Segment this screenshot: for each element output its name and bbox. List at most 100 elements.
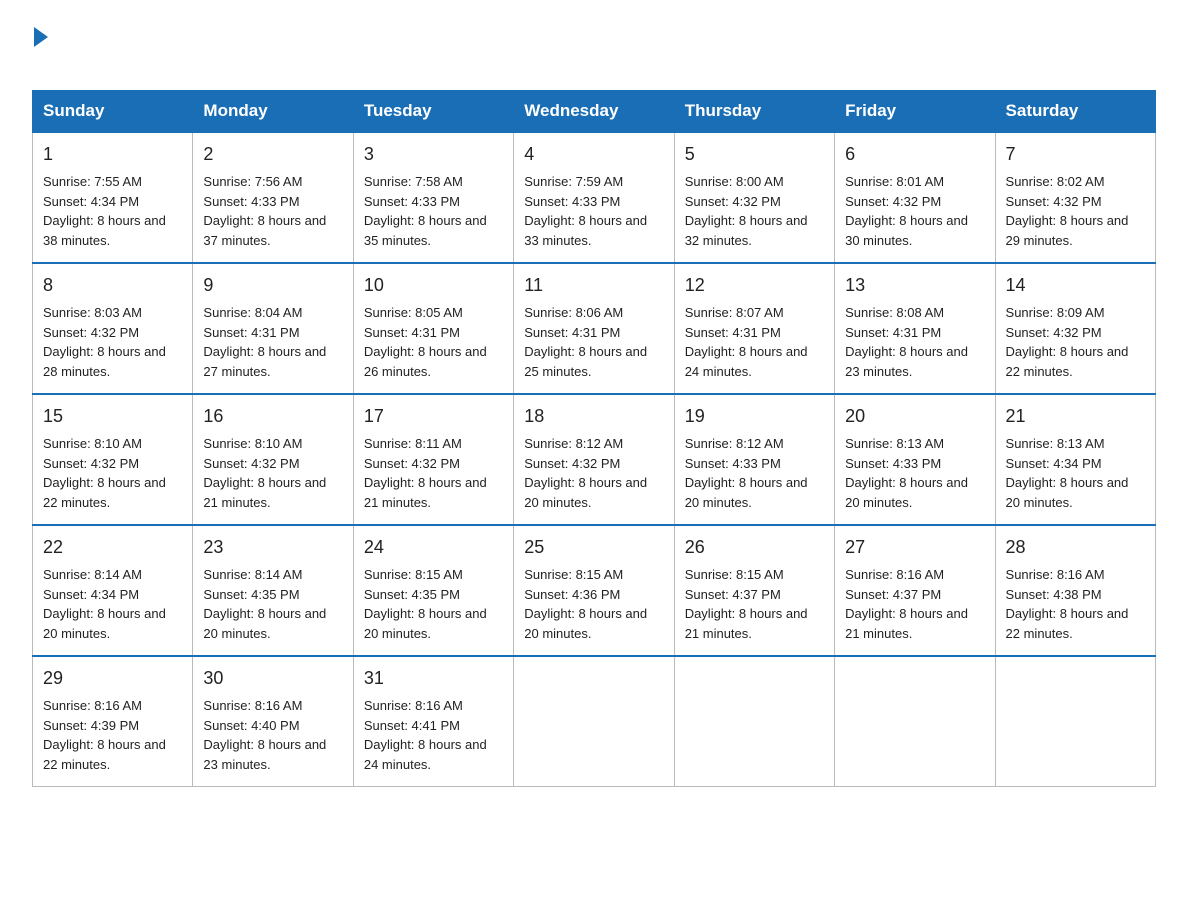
header-day-thursday: Thursday — [674, 91, 834, 133]
calendar-week-row: 22 Sunrise: 8:14 AMSunset: 4:34 PMDaylig… — [33, 525, 1156, 656]
day-number: 14 — [1006, 272, 1145, 299]
calendar-cell: 3 Sunrise: 7:58 AMSunset: 4:33 PMDayligh… — [353, 132, 513, 263]
day-info: Sunrise: 8:16 AMSunset: 4:39 PMDaylight:… — [43, 698, 166, 772]
calendar-cell: 7 Sunrise: 8:02 AMSunset: 4:32 PMDayligh… — [995, 132, 1155, 263]
calendar-header-row: SundayMondayTuesdayWednesdayThursdayFrid… — [33, 91, 1156, 133]
header-day-friday: Friday — [835, 91, 995, 133]
calendar-cell: 4 Sunrise: 7:59 AMSunset: 4:33 PMDayligh… — [514, 132, 674, 263]
day-number: 7 — [1006, 141, 1145, 168]
day-info: Sunrise: 8:12 AMSunset: 4:32 PMDaylight:… — [524, 436, 647, 510]
header-day-saturday: Saturday — [995, 91, 1155, 133]
day-number: 26 — [685, 534, 824, 561]
calendar-week-row: 8 Sunrise: 8:03 AMSunset: 4:32 PMDayligh… — [33, 263, 1156, 394]
day-info: Sunrise: 8:15 AMSunset: 4:35 PMDaylight:… — [364, 567, 487, 641]
day-number: 21 — [1006, 403, 1145, 430]
calendar-cell: 14 Sunrise: 8:09 AMSunset: 4:32 PMDaylig… — [995, 263, 1155, 394]
day-number: 19 — [685, 403, 824, 430]
calendar-cell — [674, 656, 834, 787]
header-day-monday: Monday — [193, 91, 353, 133]
calendar-cell — [835, 656, 995, 787]
calendar-week-row: 15 Sunrise: 8:10 AMSunset: 4:32 PMDaylig… — [33, 394, 1156, 525]
day-info: Sunrise: 8:02 AMSunset: 4:32 PMDaylight:… — [1006, 174, 1129, 248]
day-number: 8 — [43, 272, 182, 299]
calendar-cell: 2 Sunrise: 7:56 AMSunset: 4:33 PMDayligh… — [193, 132, 353, 263]
calendar-cell: 8 Sunrise: 8:03 AMSunset: 4:32 PMDayligh… — [33, 263, 193, 394]
calendar-cell: 29 Sunrise: 8:16 AMSunset: 4:39 PMDaylig… — [33, 656, 193, 787]
day-info: Sunrise: 8:08 AMSunset: 4:31 PMDaylight:… — [845, 305, 968, 379]
day-info: Sunrise: 8:05 AMSunset: 4:31 PMDaylight:… — [364, 305, 487, 379]
calendar-cell: 1 Sunrise: 7:55 AMSunset: 4:34 PMDayligh… — [33, 132, 193, 263]
calendar-cell: 30 Sunrise: 8:16 AMSunset: 4:40 PMDaylig… — [193, 656, 353, 787]
day-number: 4 — [524, 141, 663, 168]
day-info: Sunrise: 8:10 AMSunset: 4:32 PMDaylight:… — [203, 436, 326, 510]
day-info: Sunrise: 8:12 AMSunset: 4:33 PMDaylight:… — [685, 436, 808, 510]
calendar-cell: 20 Sunrise: 8:13 AMSunset: 4:33 PMDaylig… — [835, 394, 995, 525]
calendar-cell: 6 Sunrise: 8:01 AMSunset: 4:32 PMDayligh… — [835, 132, 995, 263]
header-day-wednesday: Wednesday — [514, 91, 674, 133]
day-info: Sunrise: 7:59 AMSunset: 4:33 PMDaylight:… — [524, 174, 647, 248]
day-number: 5 — [685, 141, 824, 168]
day-info: Sunrise: 8:11 AMSunset: 4:32 PMDaylight:… — [364, 436, 487, 510]
day-number: 29 — [43, 665, 182, 692]
calendar-cell — [995, 656, 1155, 787]
day-number: 18 — [524, 403, 663, 430]
day-info: Sunrise: 8:16 AMSunset: 4:40 PMDaylight:… — [203, 698, 326, 772]
day-number: 27 — [845, 534, 984, 561]
header-day-tuesday: Tuesday — [353, 91, 513, 133]
calendar-week-row: 29 Sunrise: 8:16 AMSunset: 4:39 PMDaylig… — [33, 656, 1156, 787]
calendar-cell: 31 Sunrise: 8:16 AMSunset: 4:41 PMDaylig… — [353, 656, 513, 787]
day-number: 16 — [203, 403, 342, 430]
day-number: 20 — [845, 403, 984, 430]
day-number: 30 — [203, 665, 342, 692]
calendar-cell — [514, 656, 674, 787]
calendar-cell: 19 Sunrise: 8:12 AMSunset: 4:33 PMDaylig… — [674, 394, 834, 525]
header-day-sunday: Sunday — [33, 91, 193, 133]
calendar-cell: 17 Sunrise: 8:11 AMSunset: 4:32 PMDaylig… — [353, 394, 513, 525]
day-number: 13 — [845, 272, 984, 299]
day-info: Sunrise: 8:16 AMSunset: 4:41 PMDaylight:… — [364, 698, 487, 772]
calendar-cell: 27 Sunrise: 8:16 AMSunset: 4:37 PMDaylig… — [835, 525, 995, 656]
day-number: 23 — [203, 534, 342, 561]
day-number: 10 — [364, 272, 503, 299]
calendar-cell: 10 Sunrise: 8:05 AMSunset: 4:31 PMDaylig… — [353, 263, 513, 394]
day-info: Sunrise: 8:16 AMSunset: 4:37 PMDaylight:… — [845, 567, 968, 641]
page-header — [32, 24, 1156, 72]
day-number: 9 — [203, 272, 342, 299]
day-info: Sunrise: 8:10 AMSunset: 4:32 PMDaylight:… — [43, 436, 166, 510]
day-info: Sunrise: 8:00 AMSunset: 4:32 PMDaylight:… — [685, 174, 808, 248]
day-info: Sunrise: 7:58 AMSunset: 4:33 PMDaylight:… — [364, 174, 487, 248]
day-number: 11 — [524, 272, 663, 299]
day-info: Sunrise: 8:01 AMSunset: 4:32 PMDaylight:… — [845, 174, 968, 248]
calendar-cell: 26 Sunrise: 8:15 AMSunset: 4:37 PMDaylig… — [674, 525, 834, 656]
day-number: 2 — [203, 141, 342, 168]
day-number: 6 — [845, 141, 984, 168]
calendar-table: SundayMondayTuesdayWednesdayThursdayFrid… — [32, 90, 1156, 787]
day-number: 15 — [43, 403, 182, 430]
calendar-week-row: 1 Sunrise: 7:55 AMSunset: 4:34 PMDayligh… — [33, 132, 1156, 263]
calendar-cell: 9 Sunrise: 8:04 AMSunset: 4:31 PMDayligh… — [193, 263, 353, 394]
day-info: Sunrise: 7:55 AMSunset: 4:34 PMDaylight:… — [43, 174, 166, 248]
day-number: 1 — [43, 141, 182, 168]
calendar-cell: 24 Sunrise: 8:15 AMSunset: 4:35 PMDaylig… — [353, 525, 513, 656]
calendar-cell: 28 Sunrise: 8:16 AMSunset: 4:38 PMDaylig… — [995, 525, 1155, 656]
day-number: 3 — [364, 141, 503, 168]
day-info: Sunrise: 8:14 AMSunset: 4:35 PMDaylight:… — [203, 567, 326, 641]
day-info: Sunrise: 8:15 AMSunset: 4:37 PMDaylight:… — [685, 567, 808, 641]
day-number: 28 — [1006, 534, 1145, 561]
logo-area — [32, 24, 83, 72]
logo-blank — [32, 46, 83, 72]
day-info: Sunrise: 8:03 AMSunset: 4:32 PMDaylight:… — [43, 305, 166, 379]
day-info: Sunrise: 8:13 AMSunset: 4:34 PMDaylight:… — [1006, 436, 1129, 510]
day-info: Sunrise: 7:56 AMSunset: 4:33 PMDaylight:… — [203, 174, 326, 248]
calendar-cell: 18 Sunrise: 8:12 AMSunset: 4:32 PMDaylig… — [514, 394, 674, 525]
day-number: 24 — [364, 534, 503, 561]
calendar-cell: 13 Sunrise: 8:08 AMSunset: 4:31 PMDaylig… — [835, 263, 995, 394]
day-number: 25 — [524, 534, 663, 561]
day-info: Sunrise: 8:06 AMSunset: 4:31 PMDaylight:… — [524, 305, 647, 379]
day-number: 31 — [364, 665, 503, 692]
day-number: 22 — [43, 534, 182, 561]
calendar-cell: 25 Sunrise: 8:15 AMSunset: 4:36 PMDaylig… — [514, 525, 674, 656]
calendar-cell: 16 Sunrise: 8:10 AMSunset: 4:32 PMDaylig… — [193, 394, 353, 525]
day-info: Sunrise: 8:13 AMSunset: 4:33 PMDaylight:… — [845, 436, 968, 510]
day-info: Sunrise: 8:09 AMSunset: 4:32 PMDaylight:… — [1006, 305, 1129, 379]
